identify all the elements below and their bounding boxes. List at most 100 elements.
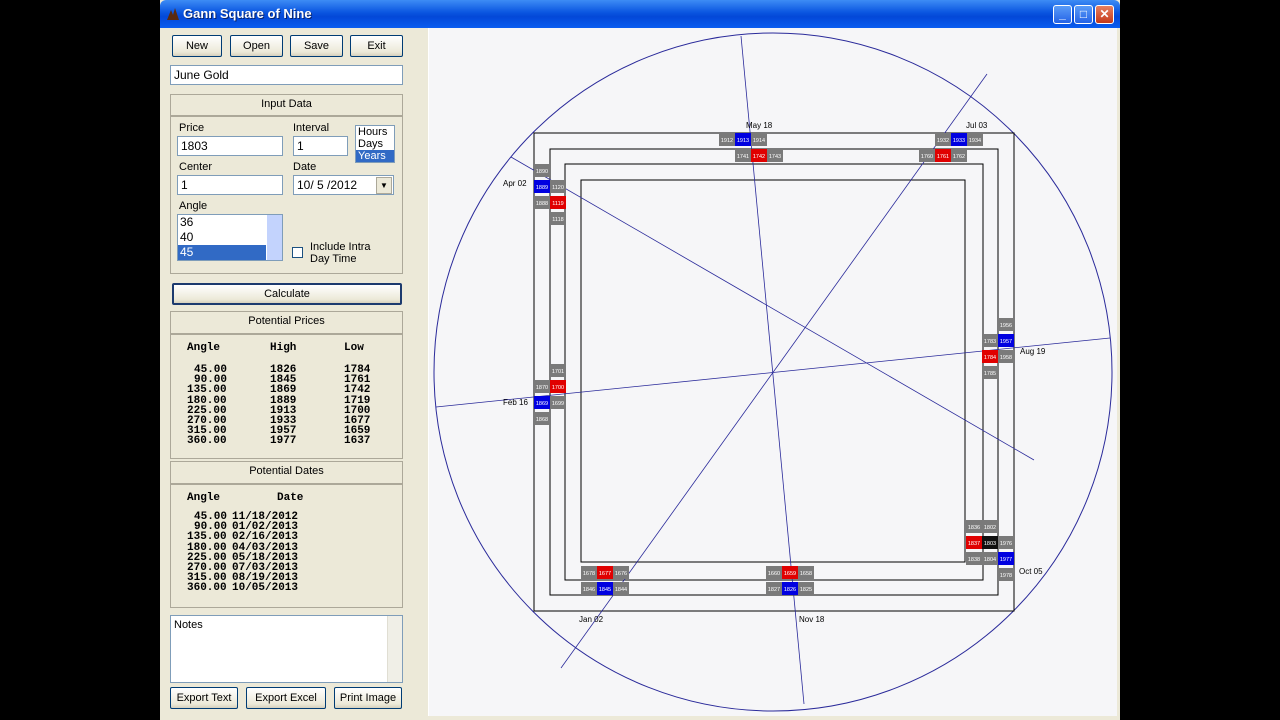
angle-line — [510, 156, 1035, 461]
left-cell: 1868 — [536, 417, 548, 423]
left-cell: 1119 — [552, 201, 563, 207]
input-data-group: Price 1803 Interval 1 Hours Days Years C… — [170, 116, 403, 274]
dates-col-date: Date — [277, 492, 304, 504]
gann-square-svg: May 18 Jul 03 Aug 19 Oct 05 Nov 18 Jan 02 Feb … — [433, 32, 1113, 712]
angle-option[interactable]: 40 — [178, 230, 266, 245]
left-cell: 1700 — [552, 385, 564, 391]
top-cell: 1912 — [721, 138, 733, 144]
top-cell: 1742 — [753, 154, 765, 160]
date-label: Jul 03 — [966, 121, 988, 130]
bottom-cell: 1677 — [599, 571, 611, 577]
prices-high-cell: 1977 — [270, 435, 297, 448]
date-label: Oct 05 — [1019, 567, 1043, 576]
date-label: Jan 02 — [579, 615, 604, 624]
bottom-cell: 1659 — [784, 571, 796, 577]
dates-angle-cell: 360.00 — [187, 582, 227, 595]
new-button[interactable]: New — [172, 35, 222, 57]
potential-prices-table: Angle High Low 45.00 1826 1784 90.00 1845 176… — [170, 334, 403, 459]
right-cell: 1784 — [984, 355, 996, 361]
unit-hours[interactable]: Hours — [356, 126, 394, 138]
date-value: 10/ 5 /2012 — [297, 178, 358, 192]
left-cell: 1869 — [536, 401, 548, 407]
top-cell: 1932 — [937, 138, 949, 144]
exit-button[interactable]: Exit — [350, 35, 403, 57]
close-icon[interactable]: ✕ — [1095, 5, 1114, 24]
top-cell: 1743 — [769, 154, 781, 160]
angle-list[interactable]: 36 40 45 — [177, 214, 283, 261]
interval-unit-list[interactable]: Hours Days Years — [355, 125, 395, 163]
date-picker[interactable]: 10/ 5 /2012 ▼ — [293, 175, 394, 195]
app-window: Gann Square of Nine _ □ ✕ New Open Save … — [160, 0, 1120, 720]
top-cell: 1760 — [921, 154, 933, 160]
top-cell: 1933 — [953, 138, 965, 144]
interval-input[interactable]: 1 — [293, 136, 348, 156]
intraday-label: Include Intra Day Time — [310, 241, 371, 265]
interval-label: Interval — [293, 122, 330, 134]
notes-textarea[interactable]: Notes — [170, 615, 403, 683]
date-label: Apr 02 — [503, 179, 527, 188]
dates-date-cell: 10/05/2013 — [232, 582, 299, 595]
left-cell: 1889 — [536, 185, 548, 191]
potential-dates-header: Potential Dates — [170, 461, 403, 484]
calculate-button[interactable]: Calculate — [172, 283, 402, 305]
angle-label: Angle — [179, 200, 208, 212]
title-bar[interactable]: Gann Square of Nine _ □ ✕ — [160, 0, 1120, 28]
top-cell: 1913 — [737, 138, 749, 144]
app-icon — [167, 8, 179, 20]
bottom-cell: 1825 — [800, 587, 812, 593]
date-label: May 18 — [746, 121, 773, 130]
bottom-cell: 1844 — [615, 587, 627, 593]
notes-scrollbar[interactable] — [387, 616, 402, 682]
right-cell: 1956 — [1000, 323, 1012, 329]
potential-prices-header: Potential Prices — [170, 311, 403, 334]
unit-days[interactable]: Days — [356, 138, 394, 150]
save-button[interactable]: Save — [290, 35, 343, 57]
left-cell: 1888 — [536, 201, 548, 207]
intraday-checkbox[interactable] — [292, 247, 303, 258]
right-cell: 1957 — [1000, 339, 1012, 345]
date-label: Aug 19 — [1020, 347, 1046, 356]
angle-list-scrollbar[interactable] — [267, 215, 282, 260]
bottom-cell: 1660 — [768, 571, 780, 577]
top-cell: 1934 — [969, 138, 981, 144]
export-text-button[interactable]: Export Text — [170, 687, 238, 709]
date-label: Feb 16 — [503, 398, 528, 407]
window-title: Gann Square of Nine — [183, 6, 312, 21]
right-cell: 1804 — [984, 557, 996, 563]
export-excel-button[interactable]: Export Excel — [246, 687, 326, 709]
left-panel: New Open Save Exit June Gold Input Data … — [160, 28, 428, 720]
right-cell: 1838 — [968, 557, 980, 563]
prices-col-angle: Angle — [187, 342, 221, 354]
prices-col-low: Low — [344, 342, 364, 354]
right-cell: 1977 — [1000, 557, 1012, 563]
square-outline — [580, 179, 966, 563]
open-button[interactable]: Open — [230, 35, 283, 57]
price-label: Price — [179, 122, 205, 134]
left-cell: 1890 — [536, 169, 548, 175]
right-cell: 1978 — [1000, 573, 1012, 579]
bottom-cell: 1845 — [599, 587, 611, 593]
angle-option[interactable]: 36 — [178, 215, 266, 230]
angle-option-selected[interactable]: 45 — [178, 245, 266, 260]
right-cell: 1803 — [984, 541, 996, 547]
dates-col-angle: Angle — [187, 492, 221, 504]
center-input[interactable]: 1 — [177, 175, 283, 195]
bottom-cell: 1846 — [583, 587, 595, 593]
center-label: Center — [179, 161, 213, 173]
bottom-cell: 1678 — [583, 571, 595, 577]
bottom-cell: 1658 — [800, 571, 812, 577]
chevron-down-icon[interactable]: ▼ — [376, 177, 392, 194]
price-input[interactable]: 1803 — [177, 136, 283, 156]
right-cell: 1958 — [1000, 355, 1012, 361]
top-cell: 1741 — [737, 154, 749, 160]
prices-col-high: High — [270, 342, 297, 354]
maximize-icon[interactable]: □ — [1074, 5, 1093, 24]
unit-years[interactable]: Years — [356, 150, 394, 162]
print-image-button[interactable]: Print Image — [334, 687, 402, 709]
left-cell: 1120 — [552, 185, 564, 191]
name-field[interactable]: June Gold — [170, 65, 403, 85]
top-cell: 1761 — [937, 154, 949, 160]
left-cell: 1870 — [536, 385, 548, 391]
minimize-icon[interactable]: _ — [1053, 5, 1072, 24]
left-cell: 1701 — [552, 369, 564, 375]
